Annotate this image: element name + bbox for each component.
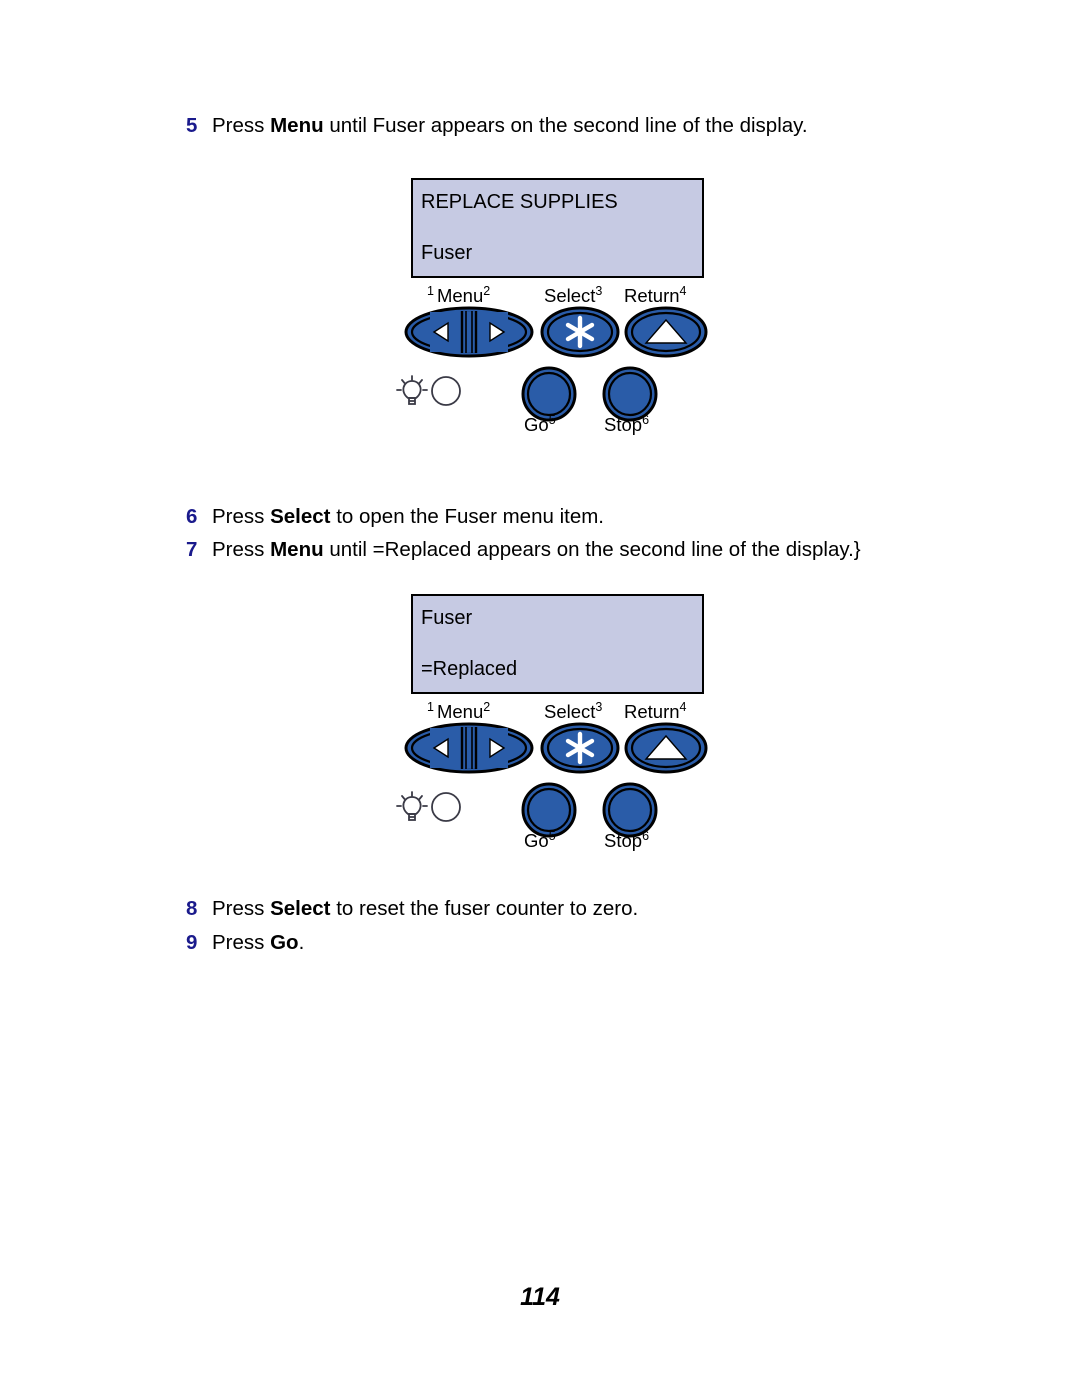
go-button-caption: Go5 — [524, 830, 556, 852]
return-number: 4 — [679, 699, 687, 714]
menu-number-right: 2 — [483, 699, 491, 714]
stop-number: 6 — [642, 412, 650, 427]
stop-number: 6 — [642, 828, 650, 843]
step-text-emphasis: Go — [270, 931, 299, 954]
step-text-part: Press — [212, 505, 271, 528]
asterisk-icon — [540, 306, 620, 358]
menu-scroll-icon — [404, 306, 534, 358]
bottom-caption-row: Go5 Stop6 — [396, 830, 736, 856]
step-number: 8 — [186, 897, 198, 920]
step-item-6: 6 Press Select to open the Fuser menu it… — [186, 504, 604, 530]
asterisk-icon — [540, 722, 620, 774]
lightbulb-icon — [396, 791, 428, 821]
indicator-icons — [396, 375, 461, 406]
go-label: Go — [524, 414, 549, 435]
return-label: Return — [624, 285, 680, 306]
select-button-caption: Select3 — [544, 701, 602, 723]
step-item-7: 7 Press Menu until =Replaced appears on … — [186, 537, 861, 563]
button-caption-row: 1 Menu2 Select3 Return4 — [396, 698, 736, 724]
step-number: 6 — [186, 505, 198, 528]
step-text-emphasis: Menu — [270, 538, 324, 561]
indicator-icons — [396, 791, 461, 822]
menu-button-caption: 1 Menu2 — [427, 285, 490, 307]
go-number: 5 — [548, 412, 556, 427]
top-button-row — [396, 306, 736, 358]
return-button[interactable] — [624, 722, 709, 779]
select-button[interactable] — [540, 306, 620, 363]
go-button-caption: Go5 — [524, 414, 556, 436]
step-text: Press Menu until Fuser appears on the se… — [212, 113, 808, 139]
led-circle-icon — [431, 376, 461, 406]
menu-label: Menu — [436, 285, 484, 306]
step-number: 5 — [186, 114, 198, 137]
menu-scroll-icon — [404, 722, 534, 774]
menu-number-left: 1 — [427, 283, 434, 298]
step-text: Press Select to reset the fuser counter … — [212, 896, 638, 922]
lightbulb-icon — [396, 375, 428, 405]
go-label: Go — [524, 830, 549, 851]
menu-button[interactable] — [404, 722, 534, 779]
stop-label: Stop — [604, 830, 643, 851]
return-button-caption: Return4 — [624, 285, 686, 307]
select-label: Select — [544, 285, 596, 306]
menu-label: Menu — [436, 701, 484, 722]
led-circle-icon — [431, 792, 461, 822]
operator-panel-1: REPLACE SUPPLIES Fuser 1 Menu2 Select3 Re… — [396, 178, 736, 448]
return-label: Return — [624, 701, 680, 722]
step-text: Press Select to open the Fuser menu item… — [212, 504, 604, 530]
return-button-caption: Return4 — [624, 701, 686, 723]
triangle-up-icon — [624, 306, 708, 358]
step-text-emphasis: Menu — [270, 114, 324, 137]
step-text-emphasis: Select — [270, 897, 331, 920]
step-item-5: 5 Press Menu until Fuser appears on the … — [186, 113, 808, 139]
select-number: 3 — [595, 699, 603, 714]
button-caption-row: 1 Menu2 Select3 Return4 — [396, 282, 736, 308]
step-text-part: Press — [212, 114, 271, 137]
step-text-part: until Fuser appears on the second line o… — [323, 114, 808, 137]
step-text-part: Press — [212, 538, 271, 561]
select-button-caption: Select3 — [544, 285, 602, 307]
menu-number-right: 2 — [483, 283, 491, 298]
lcd-line-2: =Replaced — [421, 658, 518, 680]
step-number: 9 — [186, 931, 198, 954]
lcd-line-2: Fuser — [421, 242, 473, 264]
menu-button[interactable] — [404, 306, 534, 363]
lcd-display: REPLACE SUPPLIES Fuser — [411, 178, 704, 278]
go-number: 5 — [548, 828, 556, 843]
menu-number-left: 1 — [427, 699, 434, 714]
stop-button-caption: Stop6 — [604, 414, 649, 436]
menu-button-caption: 1 Menu2 — [427, 701, 490, 723]
step-text-part: to reset the fuser counter to zero. — [330, 897, 639, 920]
return-number: 4 — [679, 283, 687, 298]
stop-label: Stop — [604, 414, 643, 435]
step-item-9: 9 Press Go. — [186, 930, 304, 956]
select-number: 3 — [595, 283, 603, 298]
step-item-8: 8 Press Select to reset the fuser counte… — [186, 896, 638, 922]
lcd-line-1: REPLACE SUPPLIES — [421, 191, 618, 213]
step-text-part: to open the Fuser menu item. — [330, 505, 604, 528]
select-button[interactable] — [540, 722, 620, 779]
lcd-line-1: Fuser — [421, 607, 473, 629]
triangle-up-icon — [624, 722, 708, 774]
select-label: Select — [544, 701, 596, 722]
step-text: Press Go. — [212, 930, 304, 956]
step-text-part: Press — [212, 931, 271, 954]
stop-button-caption: Stop6 — [604, 830, 649, 852]
step-text-emphasis: Select — [270, 505, 331, 528]
top-button-row — [396, 722, 736, 774]
lcd-display: Fuser =Replaced — [411, 594, 704, 694]
step-text: Press Menu until =Replaced appears on th… — [212, 537, 854, 563]
step-text-part: . — [298, 931, 305, 954]
step-text-part: Press — [212, 897, 271, 920]
return-button[interactable] — [624, 306, 709, 363]
page-number: 114 — [520, 1283, 560, 1311]
bottom-caption-row: Go5 Stop6 — [396, 414, 736, 440]
operator-panel-2: Fuser =Replaced 1Menu2 Select3 Return4 — [396, 594, 736, 864]
step-number: 7 — [186, 538, 198, 561]
step-text-part: until =Replaced appears on the second li… — [323, 538, 854, 561]
